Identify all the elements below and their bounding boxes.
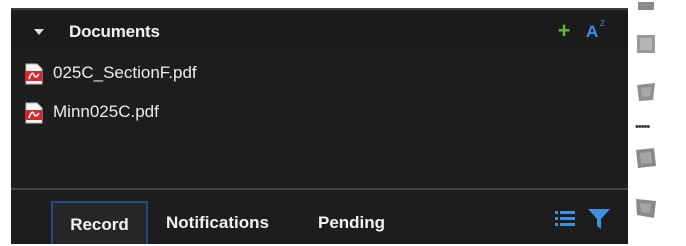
pdf-file-icon — [25, 102, 43, 124]
sort-letter-a: A — [586, 22, 599, 41]
file-item[interactable]: Minn025C.pdf — [23, 100, 423, 126]
filter-icon[interactable] — [586, 206, 612, 232]
tab-notifications[interactable]: Notifications — [166, 201, 269, 244]
documents-header[interactable]: Documents + A Z — [11, 14, 628, 50]
tab-pending[interactable]: Pending — [318, 201, 385, 244]
file-name: 025C_SectionF.pdf — [53, 63, 197, 82]
tab-record[interactable]: Record — [51, 201, 148, 244]
list-view-icon[interactable] — [553, 206, 579, 232]
pin-tool-icon[interactable] — [634, 80, 658, 104]
documents-title: Documents — [69, 22, 160, 41]
file-name: Minn025C.pdf — [53, 102, 159, 121]
tabbar-divider — [11, 188, 628, 190]
tag-tool-icon[interactable] — [634, 146, 658, 170]
more-options-icon[interactable]: ••••• — [635, 122, 657, 133]
documents-panel: Documents + A Z 025C_SectionF.pdf Minn02… — [11, 8, 628, 244]
page-tool-icon[interactable] — [634, 32, 658, 56]
sort-alphabetical-icon[interactable]: A Z — [586, 19, 616, 44]
sort-letter-z: Z — [600, 19, 605, 28]
file-item[interactable]: 025C_SectionF.pdf — [23, 61, 423, 87]
collapse-triangle-icon[interactable] — [34, 29, 44, 35]
pdf-file-icon — [25, 63, 43, 85]
clip-tool-icon[interactable] — [634, 196, 658, 220]
panel-top-border — [11, 8, 628, 10]
stamp-tool-icon[interactable] — [634, 2, 658, 26]
plus-icon[interactable]: + — [554, 20, 574, 42]
right-toolbar: ••••• — [628, 0, 686, 244]
